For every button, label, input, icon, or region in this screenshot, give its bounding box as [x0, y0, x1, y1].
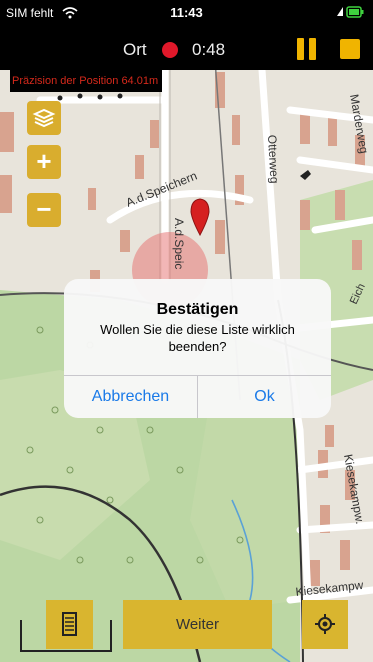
status-bar: SIM fehlt 11:43 — [0, 0, 373, 28]
next-button[interactable]: Weiter — [123, 600, 272, 649]
street-label: Otterweg — [265, 134, 282, 183]
zoom-out-button[interactable]: − — [27, 193, 61, 227]
locate-button[interactable] — [302, 600, 348, 649]
crosshair-icon — [315, 614, 335, 634]
precision-label: Präzision der Position 64.01m — [10, 70, 163, 92]
cancel-button[interactable]: Abbrechen — [64, 376, 197, 418]
dialog-message: Wollen Sie die diese Liste wirklich been… — [100, 322, 295, 354]
ok-button[interactable]: Ok — [198, 376, 331, 418]
recording-label: Ort — [123, 40, 147, 59]
confirm-dialog: Bestätigen Wollen Sie die diese Liste wi… — [64, 279, 331, 418]
layers-icon — [32, 108, 56, 128]
zoom-in-button[interactable]: + — [27, 145, 61, 179]
battery-icon — [335, 5, 365, 22]
layers-button[interactable] — [27, 101, 61, 135]
list-button[interactable] — [46, 600, 93, 649]
pause-icon-bar — [309, 38, 316, 60]
clock: 11:43 — [170, 5, 203, 20]
dialog-title: Bestätigen — [156, 301, 239, 318]
list-icon — [62, 612, 77, 636]
recording-bar: Ort 0:48 — [0, 28, 373, 70]
recording-indicator-icon — [162, 42, 178, 58]
street-label: A.d.Speic — [172, 218, 186, 269]
pause-icon — [297, 38, 304, 60]
recording-timer: 0:48 — [192, 40, 226, 59]
pause-button[interactable] — [297, 38, 317, 60]
stop-button[interactable] — [340, 39, 360, 59]
